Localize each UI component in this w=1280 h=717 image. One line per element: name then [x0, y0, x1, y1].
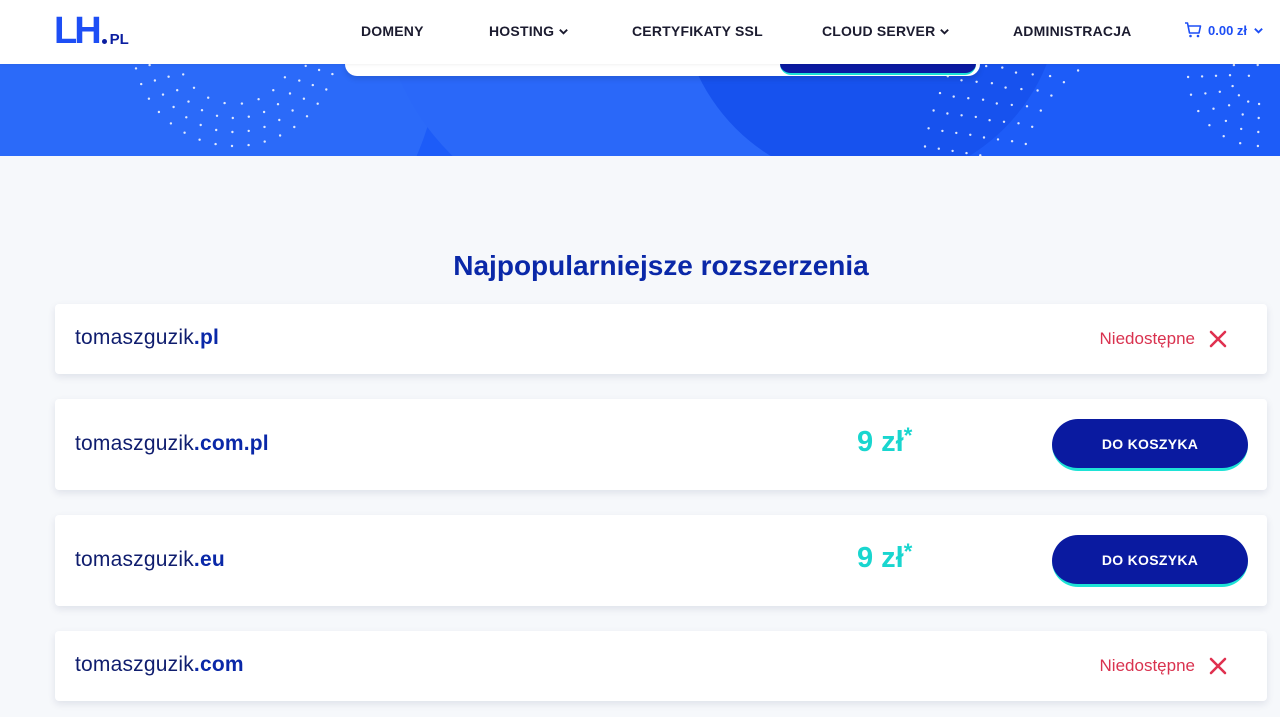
status-text: Niedostępne	[1099, 329, 1195, 348]
domain-base: tomaszguzik	[75, 432, 194, 455]
nav-cloud-server[interactable]: CLOUD SERVER	[822, 23, 950, 39]
status-text: Niedostępne	[1099, 656, 1195, 675]
nav-label: CERTYFIKATY SSL	[632, 23, 763, 39]
price-mark: *	[903, 423, 913, 448]
status-unavailable: Niedostępne	[1100, 656, 1227, 676]
add-to-cart-button[interactable]: DO KOSZYKA	[1052, 535, 1248, 587]
hero-dot-pattern	[134, 64, 1261, 156]
domain-row: tomaszguzik.pl Niedostępne	[55, 304, 1267, 374]
domain-name: tomaszguzik.com.pl	[75, 432, 269, 456]
price-value: 9 zł	[857, 426, 904, 458]
domain-base: tomaszguzik	[75, 548, 194, 571]
nav-certyfikaty-ssl[interactable]: CERTYFIKATY SSL	[632, 23, 763, 39]
cart-button[interactable]: 0.00 zł	[1184, 22, 1264, 38]
domain-row: tomaszguzik.eu 9 zł* DO KOSZYKA	[55, 515, 1267, 606]
domain-name: tomaszguzik.com	[75, 653, 244, 677]
close-icon	[1209, 330, 1227, 348]
logo-dot	[101, 39, 107, 44]
top-navigation: LH PL DOMENY HOSTING CERTYFIKATY SSL CLO…	[0, 0, 1280, 64]
cart-total: 0.00 zł	[1208, 22, 1248, 38]
domain-name: tomaszguzik.pl	[75, 326, 219, 350]
search-button[interactable]	[780, 64, 976, 75]
domain-base: tomaszguzik	[75, 653, 194, 676]
logo-main: LH	[54, 10, 102, 52]
nav-administracja[interactable]: ADMINISTRACJA	[1013, 23, 1132, 39]
price-mark: *	[903, 539, 913, 564]
domain-row: tomaszguzik.com.pl 9 zł* DO KOSZYKA	[55, 399, 1267, 490]
domain-base: tomaszguzik	[75, 326, 194, 349]
price-value: 9 zł	[857, 542, 904, 574]
logo[interactable]: LH PL	[54, 10, 129, 52]
close-icon	[1209, 657, 1227, 675]
nav-hosting[interactable]: HOSTING	[489, 23, 569, 39]
chevron-down-icon	[940, 28, 950, 35]
nav-label: HOSTING	[489, 23, 555, 39]
domain-price: 9 zł*	[857, 539, 913, 575]
cart-icon	[1185, 22, 1202, 38]
domain-row: tomaszguzik.com Niedostępne	[55, 631, 1267, 701]
domain-name: tomaszguzik.eu	[75, 548, 225, 572]
nav-label: ADMINISTRACJA	[1013, 23, 1132, 39]
chevron-down-icon	[559, 28, 569, 35]
logo-suffix: PL	[109, 31, 129, 48]
add-to-cart-button[interactable]: DO KOSZYKA	[1052, 419, 1248, 471]
domain-tld: .com	[193, 653, 244, 676]
nav-label: DOMENY	[361, 23, 424, 39]
domain-tld: .com.pl	[193, 432, 269, 455]
domain-price: 9 zł*	[857, 423, 913, 459]
section-title: Najpopularniejsze rozszerzenia	[453, 250, 869, 281]
domain-tld: .pl	[193, 326, 220, 349]
nav-domeny[interactable]: DOMENY	[361, 23, 424, 39]
nav-label: CLOUD SERVER	[822, 23, 936, 39]
hero-banner	[0, 64, 1280, 156]
chevron-down-icon	[1254, 27, 1263, 34]
status-unavailable: Niedostępne	[1100, 329, 1227, 349]
domain-tld: .eu	[193, 548, 225, 571]
